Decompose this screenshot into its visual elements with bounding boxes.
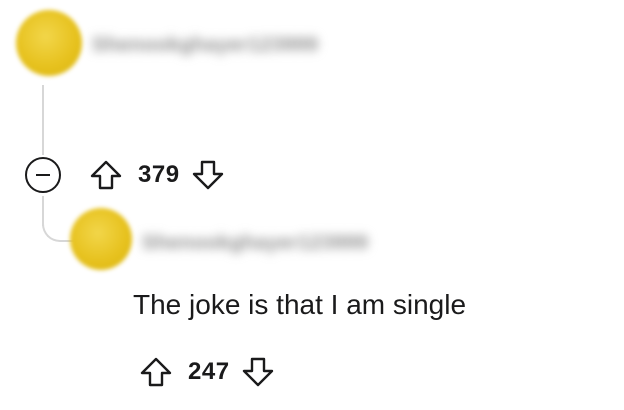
- vote-count: 379: [138, 161, 180, 188]
- vote-controls: 247: [138, 352, 276, 392]
- vote-count: 247: [188, 358, 230, 385]
- upvote-icon[interactable]: [88, 155, 124, 195]
- downvote-icon[interactable]: [240, 352, 276, 392]
- avatar[interactable]: [16, 10, 82, 76]
- username[interactable]: Shenookghayer123999: [142, 232, 368, 255]
- downvote-icon[interactable]: [190, 155, 226, 195]
- username[interactable]: Shenookghayer123999: [92, 34, 318, 57]
- thread-line-top: [42, 85, 44, 155]
- collapse-button[interactable]: [25, 157, 61, 193]
- upvote-icon[interactable]: [138, 352, 174, 392]
- vote-controls: 379: [88, 155, 226, 195]
- comment-text: The joke is that I am single: [133, 289, 467, 320]
- avatar[interactable]: [70, 208, 132, 270]
- minus-icon: [36, 174, 50, 176]
